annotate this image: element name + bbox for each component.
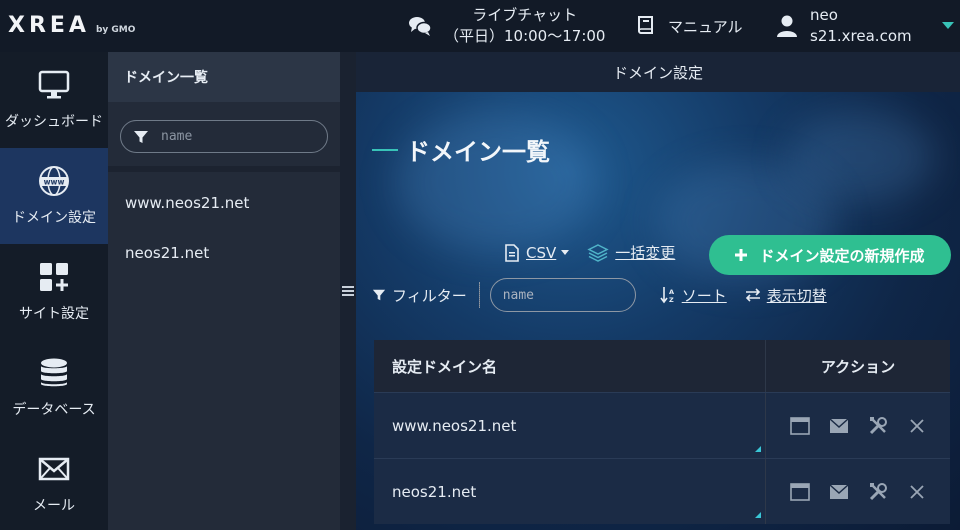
filter-funnel-icon	[372, 289, 386, 301]
table-row[interactable]: neos21.net	[374, 458, 950, 524]
close-icon[interactable]	[906, 481, 928, 503]
main-content: ドメイン設定 ドメイン一覧 CSV 一括変更 ドメイン設定の新規作成 フィルター…	[356, 52, 960, 530]
document-icon	[505, 243, 519, 262]
user-menu-caret-icon[interactable]	[942, 22, 954, 29]
domain-name: neos21.net	[392, 482, 477, 501]
main-header-title: ドメイン設定	[356, 52, 960, 92]
page-title-text: ドメイン一覧	[406, 138, 550, 166]
svg-text:www: www	[44, 178, 65, 187]
filter-label: フィルター	[372, 285, 467, 306]
table-cell-domain: www.neos21.net	[374, 393, 766, 458]
user-menu[interactable]: neo s21.xrea.com	[776, 4, 912, 48]
create-domain-setting-label: ドメイン設定の新規作成	[759, 246, 925, 265]
action-toolbar: CSV 一括変更	[504, 242, 675, 263]
display-toggle-label: 表示切替	[766, 286, 827, 305]
sort-label: ソート	[681, 286, 727, 305]
nav-label-domain-settings: ドメイン設定	[12, 210, 96, 226]
panel-resize-handle[interactable]	[340, 52, 356, 530]
bulk-change-label: 一括変更	[615, 244, 676, 262]
background-bokeh	[786, 112, 936, 202]
domain-table: 設定ドメイン名 アクション www.neos21.net neos21.net	[374, 340, 950, 524]
mail-icon	[38, 453, 70, 485]
svg-text:A: A	[669, 288, 674, 296]
domain-list-panel-title: ドメイン一覧	[108, 52, 340, 102]
bulk-change-link[interactable]: 一括変更	[587, 242, 675, 263]
display-toggle-link[interactable]: 表示切替	[745, 285, 827, 306]
row-corner-marker	[755, 512, 761, 518]
window-icon[interactable]	[789, 481, 811, 503]
create-domain-setting-button[interactable]: ドメイン設定の新規作成	[709, 235, 951, 275]
page-title: ドメイン一覧	[372, 132, 550, 167]
chat-bubbles-icon	[409, 17, 432, 36]
database-icon	[38, 357, 70, 389]
nav-item-domain-settings[interactable]: www ドメイン設定	[0, 148, 108, 244]
mail-icon[interactable]	[828, 415, 850, 437]
column-header-domain[interactable]: 設定ドメイン名	[374, 340, 766, 392]
book-icon	[638, 16, 653, 34]
nav-label-database: データベース	[12, 402, 96, 418]
plus-icon	[735, 249, 748, 261]
table-header: 設定ドメイン名 アクション	[374, 340, 950, 392]
nav-label-site-settings: サイト設定	[19, 306, 89, 322]
grid-plus-icon	[38, 261, 70, 293]
logo-subtext: by GMO	[95, 25, 136, 35]
www-globe-icon: www	[38, 165, 70, 197]
chat-title: ライブチャット	[472, 6, 578, 24]
close-icon[interactable]	[906, 415, 928, 437]
table-cell-actions	[766, 393, 950, 458]
domain-name: www.neos21.net	[392, 416, 517, 435]
live-chat-link[interactable]: ライブチャット （平日）10:00〜17:00	[408, 4, 605, 48]
filter-box[interactable]	[489, 278, 636, 312]
manual-label: マニュアル	[668, 17, 743, 36]
domain-search-input[interactable]	[161, 129, 311, 144]
table-row[interactable]: www.neos21.net	[374, 392, 950, 458]
nav-item-database[interactable]: データベース	[0, 340, 108, 436]
monitor-icon	[38, 69, 70, 101]
tools-icon[interactable]	[867, 415, 889, 437]
panel-divider	[108, 166, 340, 172]
nav-label-dashboard: ダッシュボード	[5, 114, 103, 130]
csv-dropdown[interactable]: CSV	[504, 243, 570, 262]
filter-label-text: フィルター	[392, 286, 467, 305]
swap-arrows-icon	[745, 288, 760, 302]
user-icon	[777, 15, 797, 37]
left-navigation: ダッシュボード www ドメイン設定 サイト設定 データベース メール	[0, 52, 108, 530]
csv-caret-icon	[561, 250, 570, 255]
filter-funnel-icon	[134, 130, 148, 143]
column-header-action: アクション	[820, 357, 896, 376]
table-cell-domain: neos21.net	[374, 459, 766, 524]
nav-label-mail: メール	[33, 498, 75, 514]
csv-label: CSV	[526, 243, 557, 262]
domain-list: www.neos21.net neos21.net	[108, 178, 340, 278]
mail-icon[interactable]	[828, 481, 850, 503]
domain-list-item[interactable]: www.neos21.net	[108, 178, 340, 228]
nav-item-dashboard[interactable]: ダッシュボード	[0, 52, 108, 148]
row-corner-marker	[755, 446, 761, 452]
domain-list-panel: ドメイン一覧 www.neos21.net neos21.net	[108, 52, 340, 530]
manual-link[interactable]: マニュアル	[636, 10, 743, 42]
domain-search-box[interactable]	[120, 120, 328, 153]
filter-input[interactable]	[502, 287, 623, 303]
nav-item-mail[interactable]: メール	[0, 436, 108, 530]
sort-link[interactable]: AZ ソート	[660, 285, 727, 306]
domain-list-item[interactable]: neos21.net	[108, 228, 340, 278]
layers-icon	[587, 243, 609, 262]
filter-toolbar: フィルター AZ ソート 表示切替	[372, 278, 827, 312]
user-server: s21.xrea.com	[810, 27, 912, 45]
chat-hours: （平日）10:00〜17:00	[444, 27, 606, 45]
sort-az-icon: AZ	[660, 287, 674, 304]
svg-text:Z: Z	[669, 296, 674, 304]
toolbar-separator	[478, 282, 480, 308]
title-accent-line	[372, 148, 398, 151]
window-icon[interactable]	[789, 415, 811, 437]
xrea-logo[interactable]: XREA by GMO	[8, 13, 135, 38]
hamburger-grip-icon	[342, 286, 354, 296]
nav-item-site-settings[interactable]: サイト設定	[0, 244, 108, 340]
table-cell-actions	[766, 459, 950, 524]
logo-text: XREA	[8, 13, 90, 38]
top-header: XREA by GMO ライブチャット （平日）10:00〜17:00 マニュア…	[0, 0, 960, 52]
tools-icon[interactable]	[867, 481, 889, 503]
user-name: neo	[810, 6, 838, 24]
